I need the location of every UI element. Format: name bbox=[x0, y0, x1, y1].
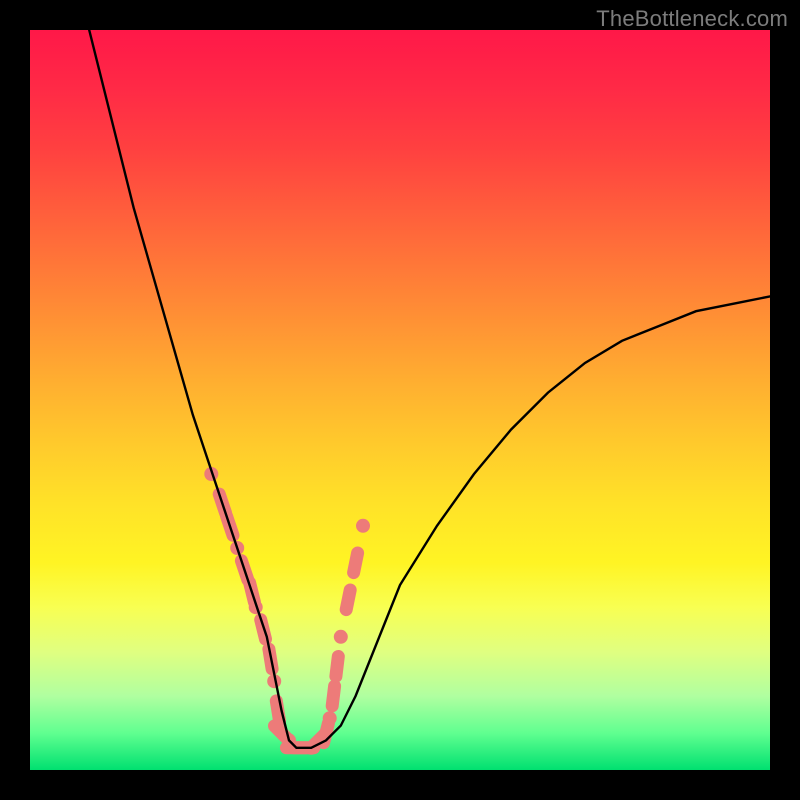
curve-marker-segment bbox=[346, 590, 350, 610]
bottleneck-curve-svg bbox=[30, 30, 770, 770]
curve-marker-dot bbox=[304, 741, 318, 755]
curve-marker-segment bbox=[269, 649, 272, 669]
curve-marker-segment bbox=[336, 657, 338, 677]
curve-marker-segment bbox=[261, 620, 266, 639]
curve-marker-dot bbox=[334, 630, 348, 644]
curve-marker-segment bbox=[227, 516, 233, 535]
bottleneck-curve-path bbox=[89, 30, 770, 748]
curve-marker-dot bbox=[282, 733, 296, 747]
curve-marker-segment bbox=[324, 723, 329, 742]
curve-marker-segment bbox=[250, 583, 255, 602]
curve-marker-dot bbox=[323, 711, 337, 725]
curve-marker-dot bbox=[230, 541, 244, 555]
curve-marker-dot bbox=[204, 467, 218, 481]
curve-marker-dot bbox=[249, 600, 263, 614]
curve-marker-segment bbox=[312, 733, 326, 747]
curve-marker-segment bbox=[275, 726, 289, 740]
watermark-text: TheBottleneck.com bbox=[596, 6, 788, 32]
plot-gradient-area bbox=[30, 30, 770, 770]
curve-marker-segment bbox=[276, 701, 279, 721]
curve-marker-dot bbox=[356, 519, 370, 533]
curve-marker-segment bbox=[332, 686, 334, 706]
curve-marker-segment bbox=[354, 553, 358, 573]
chart-frame: TheBottleneck.com bbox=[0, 0, 800, 800]
curve-marker-dot bbox=[267, 674, 281, 688]
curve-marker-segment bbox=[241, 561, 247, 580]
curve-marker-segment bbox=[219, 494, 225, 513]
marker-group bbox=[204, 467, 370, 755]
